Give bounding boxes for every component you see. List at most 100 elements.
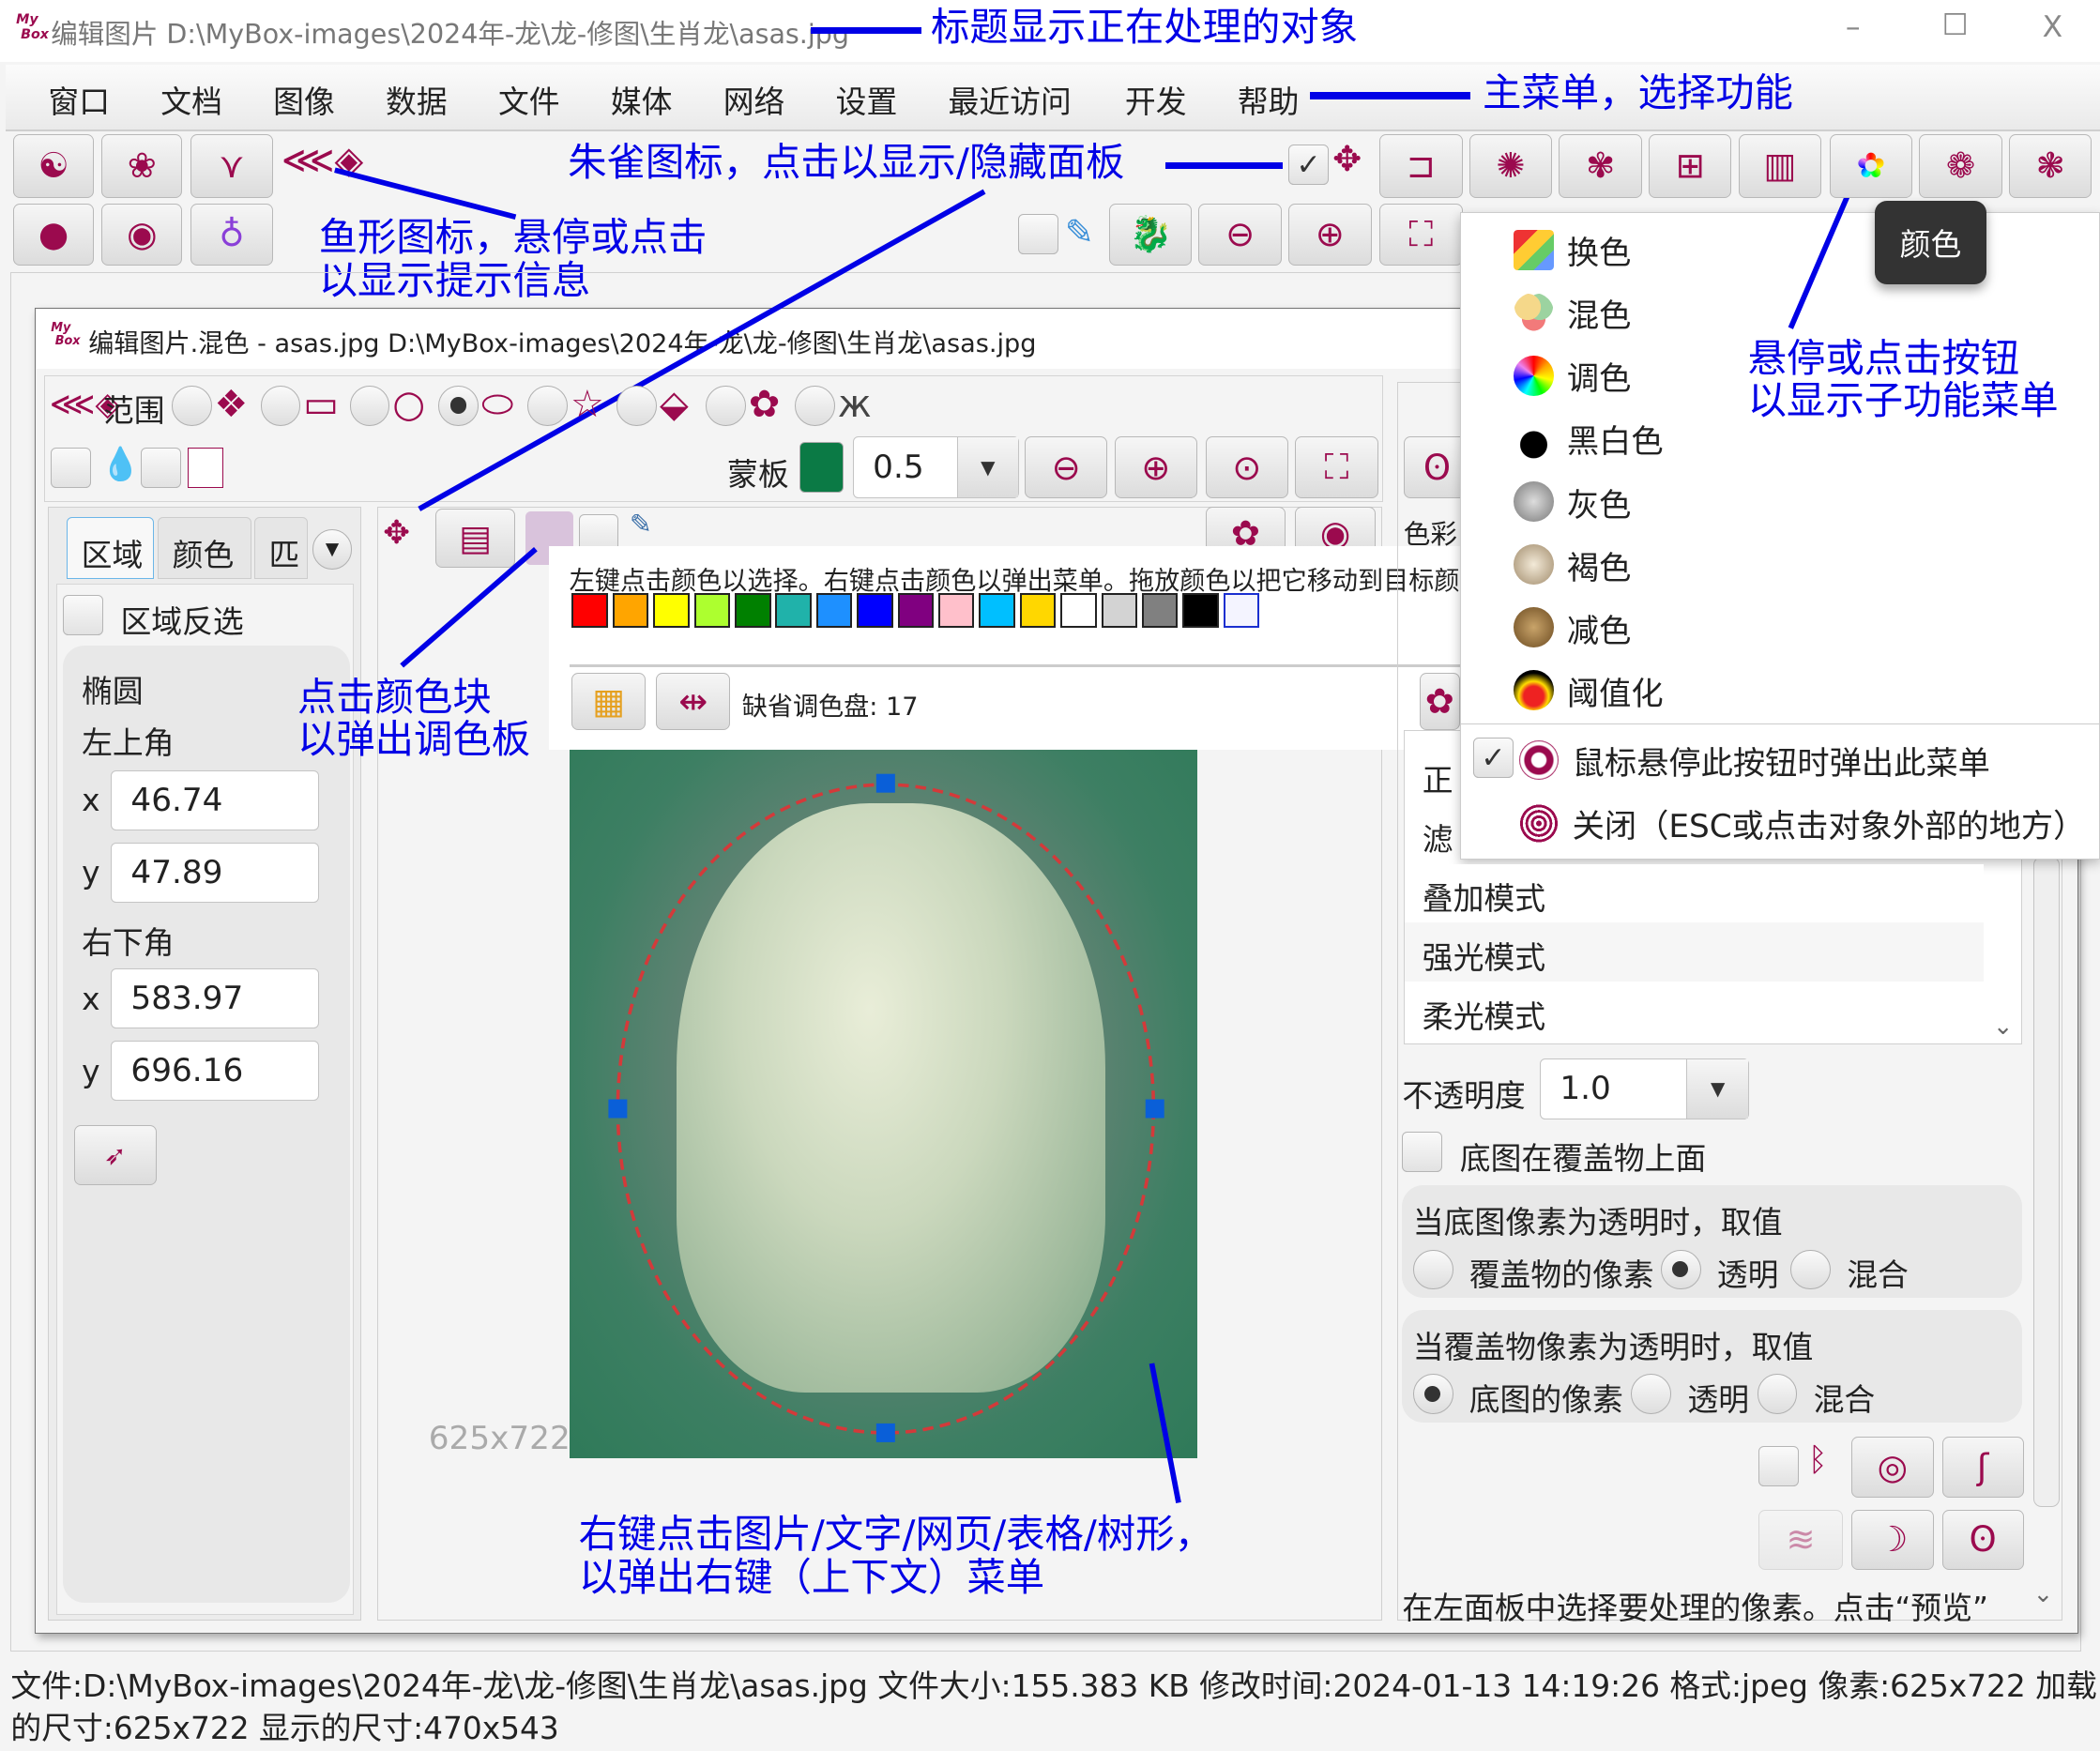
rectangle-icon: ▭: [303, 383, 340, 427]
scope-radio[interactable]: [527, 386, 569, 426]
color-swatch[interactable]: [937, 593, 975, 629]
dots-icon: ❖: [214, 383, 249, 427]
group1-option-label: 混合: [1847, 1257, 1909, 1294]
menu-item[interactable]: 设置: [836, 78, 898, 122]
menu-item-label: 黑白色: [1566, 423, 1664, 462]
color-swatch[interactable]: [571, 593, 608, 629]
peony-button[interactable]: ❃: [2008, 133, 2092, 199]
butterfly-icon: ж: [837, 383, 872, 427]
scope-radio[interactable]: [795, 386, 835, 426]
chrysanthemum-button[interactable]: ✺: [1468, 133, 1553, 199]
menu-item-0[interactable]: 换色: [1513, 226, 1632, 273]
menu-item-label: 褐色: [1566, 549, 1632, 587]
menu-item-5[interactable]: 褐色: [1513, 541, 1632, 588]
menu-item-label: 混色: [1566, 297, 1632, 336]
menu-item-2[interactable]: 调色: [1513, 352, 1632, 399]
color-swatch[interactable]: [1141, 593, 1179, 629]
scroll-icon: ⊐: [1406, 145, 1436, 187]
hover-pointer: [1788, 192, 1851, 329]
menu-item[interactable]: 媒体: [611, 78, 673, 122]
color-swatch[interactable]: [815, 593, 853, 629]
ellipse-icon: ⬭: [481, 383, 514, 427]
menu-item-4[interactable]: 灰色: [1513, 479, 1631, 525]
scroll-button[interactable]: ⊐: [1379, 133, 1463, 199]
group1-radio[interactable]: [1660, 1249, 1701, 1290]
group1-option-label: 透明: [1716, 1257, 1779, 1294]
menu-item[interactable]: 帮助: [1238, 78, 1300, 122]
tile-button[interactable]: ⊞: [1649, 133, 1732, 199]
scope-radio[interactable]: [171, 386, 212, 426]
color-swatch[interactable]: [693, 593, 731, 629]
color-swatch[interactable]: [857, 593, 893, 629]
scope-radio[interactable]: [260, 386, 301, 426]
circle-icon: ○: [392, 383, 426, 427]
menu-item[interactable]: 文件: [498, 78, 560, 122]
blend-circles-icon: [1513, 292, 1554, 333]
right-click-pointer: [1149, 1363, 1181, 1503]
menu-item-label: 阈值化: [1566, 675, 1664, 713]
color-swatch[interactable]: [897, 593, 935, 629]
group2-option-label: 透明: [1687, 1381, 1750, 1418]
menu-item[interactable]: 数据: [386, 78, 448, 122]
tab-1[interactable]: 颜色: [158, 516, 252, 579]
color-swatch[interactable]: [735, 593, 771, 629]
menu-item-7[interactable]: 阈值化: [1513, 667, 1664, 714]
palette-swatch-icon: [1513, 229, 1554, 270]
color-swatch[interactable]: [1223, 593, 1260, 629]
group1-radio[interactable]: [1412, 1249, 1453, 1290]
menu-item-1[interactable]: 混色: [1513, 289, 1632, 336]
frame-button[interactable]: ▥: [1738, 133, 1822, 199]
polygon-icon: ☆: [571, 383, 604, 427]
color-swatch[interactable]: [979, 593, 1015, 629]
paw-sepia-icon: [1513, 544, 1554, 586]
scope-radio[interactable]: [349, 386, 390, 426]
tile-icon: ⊞: [1675, 145, 1705, 187]
group2-radio[interactable]: [1412, 1374, 1453, 1415]
color-swatch[interactable]: [1182, 593, 1219, 629]
menu-item[interactable]: 最近访问: [949, 78, 1072, 122]
scope-radio[interactable]: [438, 386, 479, 426]
color-icon: ✿: [1856, 145, 1886, 187]
paw-black-white-icon: [1513, 419, 1554, 459]
color-swatch[interactable]: [612, 593, 649, 629]
status-line-1: 文件:D:\MyBox-images\2024年-龙\龙-修图\生肖龙\asas…: [10, 1668, 2097, 1705]
group1-option-label: 覆盖物的像素: [1468, 1257, 1654, 1294]
color-swatch[interactable]: [1019, 593, 1057, 629]
paw-reduce-icon: [1513, 607, 1554, 648]
menu-item-label: 减色: [1566, 612, 1632, 650]
menu-item[interactable]: 窗口: [48, 78, 110, 122]
frame-icon: ▥: [1763, 145, 1797, 187]
mode-item[interactable]: 柔光模式: [1405, 982, 1984, 1041]
mode-item[interactable]: 叠加模式: [1405, 863, 1984, 923]
tab-0[interactable]: 区域: [67, 516, 155, 579]
color-wheel-icon: [1513, 355, 1554, 396]
group2-option-label: 底图的像素: [1468, 1381, 1623, 1418]
flower-icon: ✾: [1586, 145, 1616, 187]
phoenix-pointer: [418, 189, 986, 511]
fish-pointer: [334, 167, 517, 220]
plum-button[interactable]: ❁: [1919, 133, 2002, 199]
color-button[interactable]: ✿: [1829, 133, 1913, 199]
color-swatch[interactable]: [1060, 593, 1097, 629]
mode-item[interactable]: 强光模式: [1405, 922, 1984, 982]
menu-item-label: 换色: [1566, 235, 1632, 273]
menu-item-6[interactable]: 减色: [1513, 604, 1632, 651]
menu-item-label: 调色: [1566, 360, 1632, 399]
peony-icon: ❃: [2035, 145, 2065, 187]
status-line-2: 的尺寸:625x722 显示的尺寸:470x543: [10, 1710, 559, 1746]
flower-button[interactable]: ✾: [1559, 133, 1642, 199]
tab-2[interactable]: 匹: [254, 516, 309, 579]
scope-radio[interactable]: [616, 386, 658, 426]
group2-option-label: 混合: [1813, 1381, 1876, 1418]
menu-item-3[interactable]: 黑白色: [1513, 415, 1664, 462]
color-swatch[interactable]: [653, 593, 690, 629]
scope-radio[interactable]: [706, 386, 746, 426]
color-swatch[interactable]: [1101, 593, 1138, 629]
menu-item[interactable]: 网络: [723, 78, 785, 122]
paw-threshold-icon: [1513, 670, 1554, 711]
chrysanthemum-icon: ✺: [1496, 145, 1526, 187]
menu-item[interactable]: 文档: [160, 78, 222, 122]
color-swatch[interactable]: [775, 593, 812, 629]
menu-item[interactable]: 开发: [1125, 78, 1187, 122]
menu-item[interactable]: 图像: [273, 78, 335, 122]
